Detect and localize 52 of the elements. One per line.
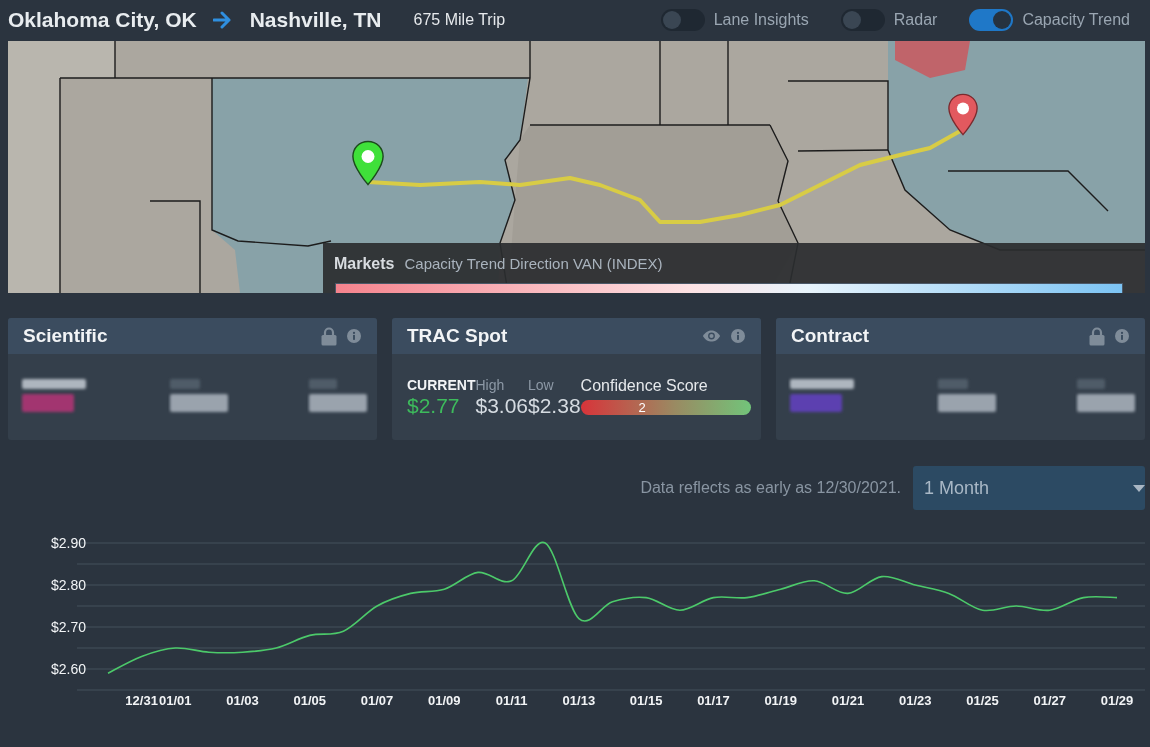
x-axis-label: 01/09 bbox=[428, 693, 461, 708]
x-axis-label: 01/05 bbox=[293, 693, 327, 708]
x-axis-label: 01/25 bbox=[966, 693, 999, 708]
legend-subtitle: Capacity Trend Direction VAN (INDEX) bbox=[404, 255, 663, 272]
toggle-label: Radar bbox=[893, 11, 938, 29]
x-axis-label: 01/03 bbox=[226, 693, 259, 708]
x-axis-label: 01/13 bbox=[562, 693, 596, 708]
x-axis-label: 01/17 bbox=[697, 693, 730, 708]
info-icon[interactable] bbox=[347, 329, 361, 343]
toggle-label: Capacity Trend bbox=[1022, 11, 1130, 29]
x-axis-label: 01/19 bbox=[764, 693, 797, 708]
eye-icon[interactable] bbox=[702, 330, 721, 342]
stat-value: $2.38 bbox=[528, 393, 581, 419]
x-axis-label: 01/23 bbox=[898, 693, 932, 708]
caret-icon bbox=[1133, 484, 1145, 492]
x-axis-label: 01/01 bbox=[159, 693, 192, 708]
data-range-note: Data reflects as early as 12/30/2021. bbox=[640, 479, 901, 497]
stat-label: High bbox=[475, 377, 506, 393]
arrow-right-icon bbox=[212, 11, 233, 29]
card-title: Contract bbox=[791, 325, 870, 347]
toggle-switch[interactable] bbox=[840, 9, 885, 31]
info-icon[interactable] bbox=[731, 329, 745, 343]
stat-label: CURRENT bbox=[407, 377, 476, 393]
stat-value: $3.06 bbox=[475, 393, 528, 419]
x-axis-label: 12/31 bbox=[125, 693, 158, 708]
x-axis-label: 01/29 bbox=[1100, 693, 1134, 708]
map-pin-icon[interactable] bbox=[946, 93, 980, 136]
info-icon[interactable] bbox=[1115, 329, 1129, 343]
toggle-switch[interactable] bbox=[969, 9, 1014, 31]
x-axis-label: 01/07 bbox=[360, 693, 394, 708]
y-axis-label: $2.60 bbox=[50, 661, 86, 677]
x-axis-label: 01/21 bbox=[831, 693, 865, 708]
toggle-label: Lane Insights bbox=[713, 11, 809, 29]
card-title: Scientific bbox=[23, 325, 108, 347]
destination-city: Nashville, TN bbox=[249, 8, 382, 32]
x-axis-label: 01/15 bbox=[629, 693, 663, 708]
y-axis-label: $2.90 bbox=[50, 535, 86, 551]
x-axis-label: 01/11 bbox=[495, 693, 528, 708]
origin-city: Oklahoma City, OK bbox=[8, 8, 197, 32]
stat-label: Low bbox=[528, 377, 555, 393]
trip-distance: 675 Mile Trip bbox=[413, 11, 506, 29]
stat-value: $2.77 bbox=[407, 393, 461, 419]
x-axis-label: 01/27 bbox=[1033, 693, 1066, 708]
y-axis-label: $2.70 bbox=[50, 619, 86, 635]
toggle-switch[interactable] bbox=[660, 9, 705, 31]
confidence-score-bar: 2 bbox=[580, 400, 751, 415]
confidence-label: Confidence Score bbox=[580, 377, 709, 395]
card-title: TRAC Spot bbox=[407, 325, 508, 347]
y-axis-label: $2.80 bbox=[50, 577, 86, 593]
map-pin-icon[interactable] bbox=[350, 140, 386, 186]
legend-title: Markets bbox=[334, 255, 395, 273]
range-dropdown[interactable]: 1 Month bbox=[913, 466, 1145, 510]
